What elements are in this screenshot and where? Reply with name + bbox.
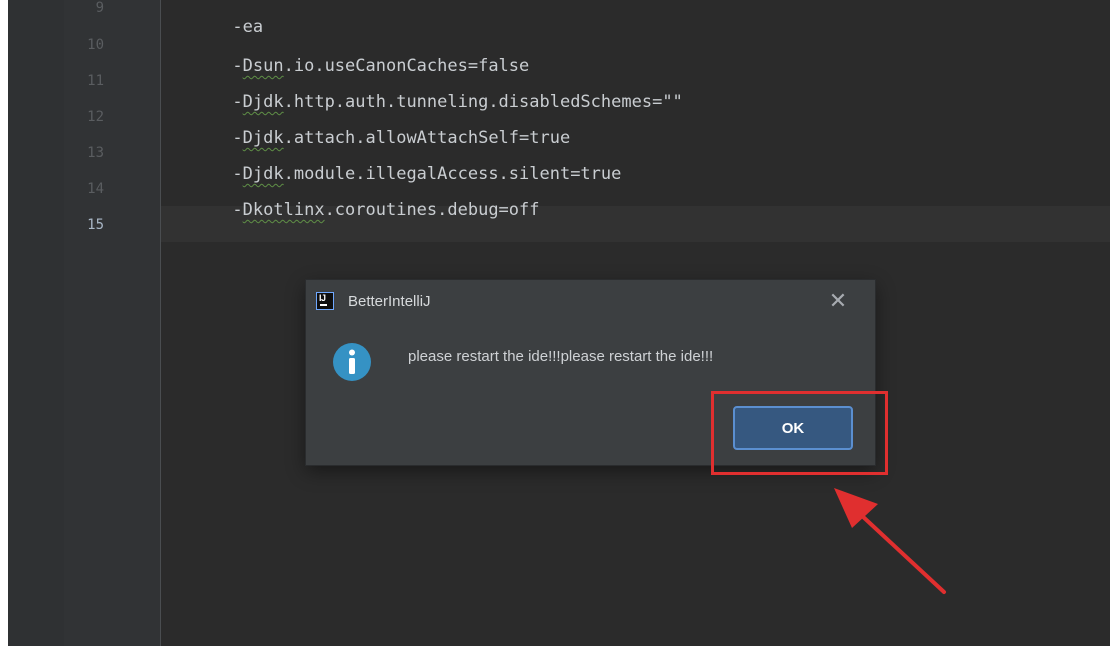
line-number: 12 xyxy=(87,109,104,125)
intellij-app-icon: IJ xyxy=(316,292,334,310)
tool-window-strip xyxy=(8,0,64,646)
line-number: 9 xyxy=(95,0,104,16)
code-dash: - xyxy=(232,200,243,220)
app-icon-text: IJ xyxy=(319,293,326,303)
line-number-gutter: 9 10 11 12 13 14 15 xyxy=(64,0,161,646)
dialog-title-bar: IJ BetterIntelliJ xyxy=(316,292,431,310)
dialog-title: BetterIntelliJ xyxy=(348,292,431,310)
info-icon xyxy=(333,343,371,381)
app-icon-bar xyxy=(320,304,327,306)
line-number-current: 15 xyxy=(87,217,104,233)
code-line-current[interactable] xyxy=(171,213,232,279)
dialog-message: please restart the ide!!!please restart … xyxy=(408,348,714,365)
line-number: 14 xyxy=(87,181,104,197)
line-number: 13 xyxy=(87,145,104,161)
ok-button-label: OK xyxy=(781,419,805,437)
spelling-warning-word: Dkotlinx xyxy=(242,200,325,220)
line-number: 10 xyxy=(87,37,104,53)
code-text: .coroutines.debug=off xyxy=(324,200,540,220)
close-icon[interactable]: ✕ xyxy=(827,290,849,312)
line-number: 11 xyxy=(87,73,104,89)
message-dialog: IJ BetterIntelliJ ✕ please restart the i… xyxy=(306,280,875,465)
ok-button[interactable]: OK xyxy=(733,406,853,450)
